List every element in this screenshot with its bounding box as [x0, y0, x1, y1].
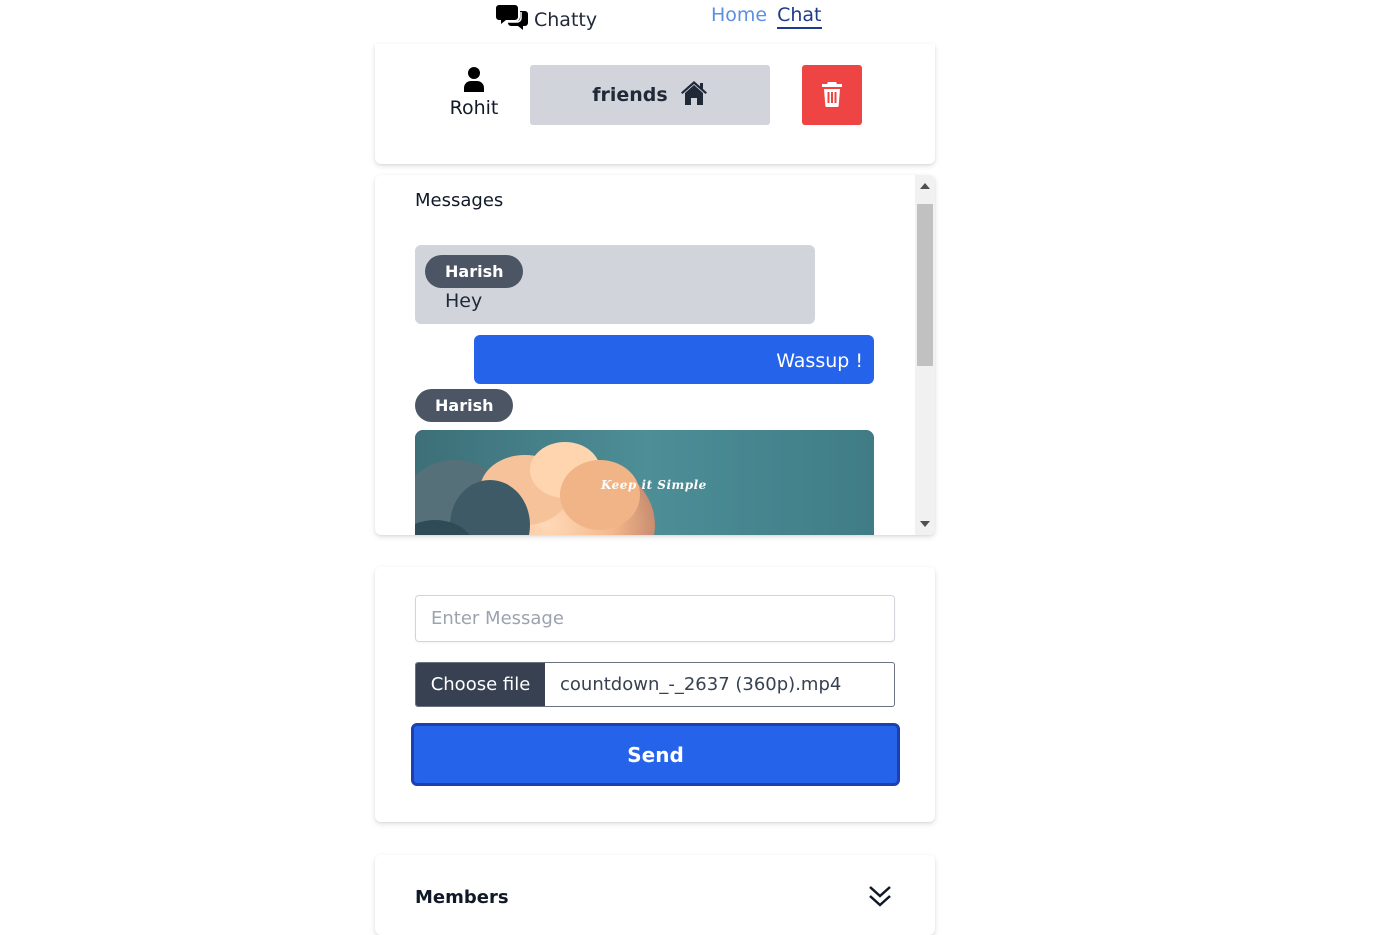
chat-bubbles-icon	[496, 3, 528, 37]
message-received: Harish Hey	[415, 245, 815, 324]
media-caption: Keep it Simple	[601, 478, 707, 492]
send-button[interactable]: Send	[411, 723, 900, 786]
current-user: Rohit	[447, 66, 501, 119]
message-text: Wassup !	[776, 350, 863, 372]
selected-file-name: countdown_-_2637 (360p).mp4	[560, 674, 842, 695]
messages-scrollbar[interactable]	[915, 175, 935, 535]
brand[interactable]: Chatty	[496, 3, 597, 37]
messages-panel[interactable]: Messages Harish Hey Wassup ! Harish Keep…	[375, 175, 935, 535]
chevron-double-down-icon[interactable]	[868, 885, 892, 907]
nav-link-home[interactable]: Home	[711, 4, 767, 29]
user-icon	[447, 66, 501, 93]
message-sent: Wassup !	[474, 335, 874, 384]
delete-chat-button[interactable]	[802, 65, 862, 125]
trash-icon	[821, 81, 843, 110]
sender-badge: Harish	[415, 389, 514, 422]
choose-file-button[interactable]: Choose file	[416, 663, 545, 706]
nav-link-chat[interactable]: Chat	[777, 4, 822, 29]
home-icon	[680, 80, 708, 111]
scroll-down-arrow-icon[interactable]	[920, 521, 930, 527]
group-name-button[interactable]: friends	[530, 65, 770, 125]
message-media[interactable]: Keep it Simple	[415, 430, 874, 535]
message-input[interactable]	[415, 595, 895, 642]
chat-header-card: Rohit friends	[375, 44, 935, 164]
message-text: Hey	[445, 290, 483, 312]
brand-name: Chatty	[534, 9, 598, 31]
members-title: Members	[415, 887, 509, 908]
file-input[interactable]: Choose file countdown_-_2637 (360p).mp4	[415, 662, 895, 707]
sender-badge: Harish	[425, 255, 524, 288]
group-name-label: friends	[592, 84, 668, 106]
members-panel: Members	[375, 855, 935, 935]
nav-links: Home Chat	[711, 4, 822, 29]
messages-title: Messages	[415, 190, 504, 211]
scroll-thumb[interactable]	[917, 204, 933, 366]
user-name: Rohit	[449, 97, 499, 119]
scroll-up-arrow-icon[interactable]	[920, 183, 930, 189]
compose-panel: Choose file countdown_-_2637 (360p).mp4 …	[375, 567, 935, 822]
top-nav: Chatty Home Chat	[0, 0, 1373, 40]
